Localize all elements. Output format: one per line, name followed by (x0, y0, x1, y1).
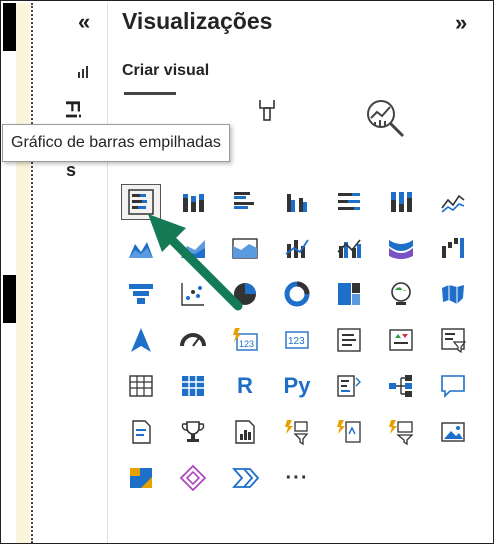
azure-map-icon[interactable] (121, 322, 161, 358)
area-chart-icon[interactable] (121, 230, 161, 266)
format-visual-icon[interactable] (256, 98, 278, 127)
collapse-filters-button[interactable]: « (78, 10, 90, 34)
svg-text:123: 123 (288, 336, 305, 347)
filters-vertical-label[interactable]: Fi (60, 100, 83, 120)
pie-chart-icon[interactable] (225, 276, 265, 312)
matrix-icon[interactable] (173, 368, 213, 404)
expand-pane-button[interactable]: » (455, 10, 467, 36)
slicer-icon[interactable] (433, 322, 473, 358)
100-stacked-area-chart-icon[interactable] (225, 230, 265, 266)
funnel-chart-icon[interactable] (121, 276, 161, 312)
visual-tooltip: Gráfico de barras empilhadas (2, 124, 230, 162)
filter-pane-icon[interactable] (76, 66, 90, 85)
filters-label-part: Fi (61, 100, 83, 120)
r-visual-label: R (237, 373, 253, 398)
key-influencers-icon[interactable] (329, 368, 369, 404)
clustered-bar-chart-icon[interactable] (225, 184, 265, 220)
gauge-icon[interactable] (173, 322, 213, 358)
power-automate-icon[interactable] (329, 414, 369, 450)
kpi-icon[interactable] (381, 322, 421, 358)
filters-label-tail: s (66, 160, 77, 180)
clustered-column-chart-icon[interactable] (277, 184, 317, 220)
svg-text:123: 123 (239, 339, 254, 349)
line-chart-icon[interactable] (433, 184, 473, 220)
line-and-stacked-column-icon[interactable] (277, 230, 317, 266)
table-icon[interactable] (121, 368, 161, 404)
visualizations-title: Visualizações (122, 8, 273, 34)
stacked-area-chart-icon[interactable] (173, 230, 213, 266)
image-visual-icon[interactable] (433, 414, 473, 450)
r-visual-icon[interactable]: R (225, 368, 265, 404)
100-stacked-column-chart-icon[interactable] (381, 184, 421, 220)
ribbon-chart-icon[interactable] (381, 230, 421, 266)
build-visual-tab-indicator (124, 92, 176, 95)
smart-narrative-icon[interactable] (121, 414, 161, 450)
analytics-icon[interactable] (363, 96, 409, 147)
build-visual-tab[interactable]: Criar visual (122, 62, 209, 80)
card-icon[interactable]: 123 (277, 322, 317, 358)
qna-icon[interactable] (433, 368, 473, 404)
paginated-report-icon[interactable] (225, 414, 265, 450)
canvas-dark-block-2 (3, 275, 16, 323)
more-visuals-icon[interactable]: ··· (277, 460, 317, 496)
power-automate-visual-icon[interactable] (225, 460, 265, 496)
scatter-chart-icon[interactable] (173, 276, 213, 312)
multi-row-card-icon[interactable] (329, 322, 369, 358)
map-icon[interactable] (381, 276, 421, 312)
canvas-edge (16, 3, 30, 543)
canvas-border (31, 3, 33, 543)
pane-divider (107, 3, 108, 543)
power-apps-visual-icon[interactable] (173, 460, 213, 496)
stacked-column-chart-icon[interactable] (173, 184, 213, 220)
decomposition-tree-icon[interactable] (381, 368, 421, 404)
arcgis-map-icon[interactable] (121, 460, 161, 496)
donut-chart-icon[interactable] (277, 276, 317, 312)
treemap-icon[interactable] (329, 276, 369, 312)
more-visuals-label: ··· (285, 466, 309, 489)
card-new-icon[interactable]: 123 (225, 322, 265, 358)
filters-pane (36, 3, 108, 543)
canvas-dark-block (3, 3, 16, 51)
python-visual-label: Py (283, 373, 311, 398)
power-apps-icon[interactable] (277, 414, 317, 450)
canvas-white-block (3, 51, 16, 275)
goals-trophy-icon[interactable] (173, 414, 213, 450)
filled-map-icon[interactable] (433, 276, 473, 312)
custom-visual-icon[interactable] (381, 414, 421, 450)
stacked-bar-chart-icon[interactable] (121, 184, 161, 220)
waterfall-chart-icon[interactable] (433, 230, 473, 266)
python-visual-icon[interactable]: Py (277, 368, 317, 404)
line-and-clustered-column-icon[interactable] (329, 230, 369, 266)
100-stacked-bar-chart-icon[interactable] (329, 184, 369, 220)
